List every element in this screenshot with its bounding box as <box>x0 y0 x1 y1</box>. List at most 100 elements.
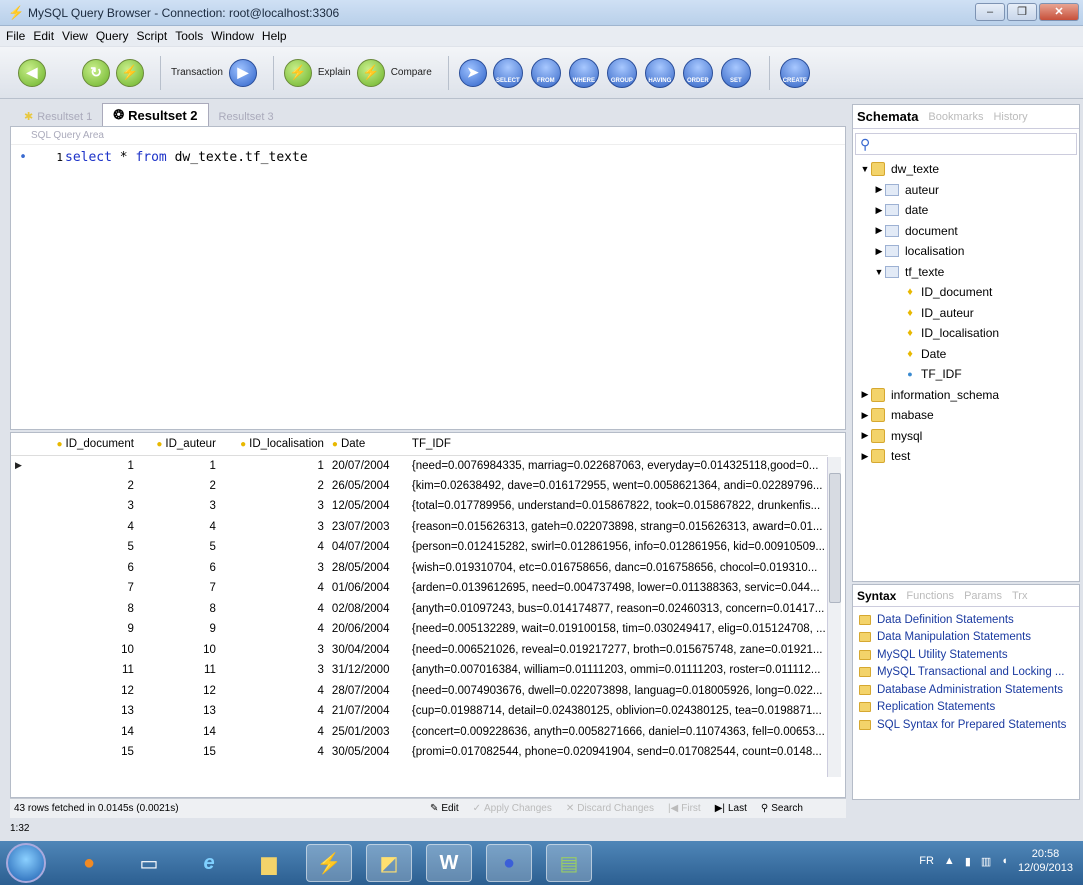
menu-edit[interactable]: Edit <box>33 29 54 43</box>
table-cell[interactable]: {promi=0.017082544, phone=0.020941904, s… <box>408 742 828 763</box>
table-cell[interactable]: 6 <box>26 558 138 579</box>
collapse-arrow-icon[interactable]: ▶ <box>859 430 871 441</box>
table-cell[interactable]: 9 <box>138 619 220 640</box>
table-cell[interactable]: 28/05/2004 <box>328 558 408 579</box>
table-cell[interactable]: {kim=0.02638492, dave=0.016172955, went=… <box>408 476 828 497</box>
collapse-arrow-icon[interactable]: ▶ <box>859 410 871 421</box>
collapse-arrow-icon[interactable]: ▶ <box>859 389 871 400</box>
table-cell[interactable]: {need=0.005132289, wait=0.019100158, tim… <box>408 619 828 640</box>
table-cell[interactable]: {anyth=0.01097243, bus=0.014174877, reas… <box>408 599 828 620</box>
schema-mysql[interactable]: ▶ mysql <box>853 426 1079 447</box>
file-explorer-icon[interactable]: ▆ <box>246 844 292 882</box>
table-cell[interactable]: 12 <box>138 681 220 702</box>
tab-params[interactable]: Params <box>964 590 1002 602</box>
tab-schemata[interactable]: Schemata <box>857 109 918 124</box>
table-cell[interactable]: 2 <box>26 476 138 497</box>
internet-explorer-icon[interactable]: e <box>186 844 232 882</box>
syntax-item[interactable]: SQL Syntax for Prepared Statements <box>853 716 1079 734</box>
expand-arrow-icon[interactable]: ▼ <box>859 164 871 174</box>
table-cell[interactable]: 4 <box>220 742 328 763</box>
last-button[interactable]: ▶| Last <box>715 803 747 814</box>
firefox-icon[interactable]: ● <box>66 844 112 882</box>
discard-changes-button[interactable]: ✕ Discard Changes <box>566 803 654 814</box>
result-grid[interactable]: ● ID_document ● ID_auteur ● ID_localisation… <box>10 432 846 798</box>
table-row[interactable]: 5 5 4 04/07/2004 {person=0.012415282, swirl=… <box>11 537 828 558</box>
order-button[interactable]: ORDER <box>682 57 713 88</box>
table-cell[interactable]: 3 <box>220 496 328 517</box>
column-date[interactable]: ♦ Date <box>853 344 1079 365</box>
scroll-thumb[interactable] <box>829 473 841 603</box>
table-row[interactable]: 7 7 4 01/06/2004 {arden=0.0139612695, need=0… <box>11 578 828 599</box>
language-indicator[interactable]: FR <box>919 855 934 867</box>
table-cell[interactable]: 31/12/2000 <box>328 660 408 681</box>
table-cell[interactable]: 1 <box>220 455 328 476</box>
table-cell[interactable]: {wish=0.019310704, etc=0.016758656, danc… <box>408 558 828 579</box>
transaction-button[interactable]: ▶ <box>228 58 257 87</box>
table-cell[interactable]: 3 <box>220 640 328 661</box>
pointer-button[interactable]: ➤ <box>458 58 487 87</box>
table-cell[interactable]: {need=0.0074903676, dwell=0.022073898, l… <box>408 681 828 702</box>
compare-button[interactable]: Compare <box>391 67 432 78</box>
set-button[interactable]: SET <box>720 57 751 88</box>
table-cell[interactable]: 4 <box>220 701 328 722</box>
table-cell[interactable]: 14 <box>138 722 220 743</box>
battery-icon[interactable]: ▮ <box>965 855 971 868</box>
table-cell[interactable]: 13 <box>26 701 138 722</box>
table-row[interactable]: 6 6 3 28/05/2004 {wish=0.019310704, etc=0.01… <box>11 558 828 579</box>
having-button[interactable]: HAVING <box>644 57 675 88</box>
table-cell[interactable]: 4 <box>220 599 328 620</box>
table-cell[interactable]: 30/05/2004 <box>328 742 408 763</box>
table-cell[interactable]: {anyth=0.007016384, william=0.01111203, … <box>408 660 828 681</box>
table-cell[interactable]: 5 <box>138 537 220 558</box>
column-header-id-localisation[interactable]: ● ID_localisation <box>219 433 328 456</box>
table-cell[interactable]: 8 <box>26 599 138 620</box>
table-cell[interactable]: 11 <box>138 660 220 681</box>
table-cell[interactable]: 25/01/2003 <box>328 722 408 743</box>
table-cell[interactable]: {total=0.017789956, understand=0.0158678… <box>408 496 828 517</box>
sql-query-area[interactable]: SQL Query Area • 1 select * from dw_text… <box>10 126 846 430</box>
table-row[interactable]: 15 15 4 30/05/2004 {promi=0.017082544, phone… <box>11 742 828 763</box>
compare-icon[interactable]: ⚡ <box>356 58 385 87</box>
table-row[interactable]: 11 11 3 31/12/2000 {anyth=0.007016384, willi… <box>11 660 828 681</box>
network-icon[interactable]: ▥ <box>981 855 991 868</box>
table-cell[interactable]: {concert=0.009228636, anyth=0.0058271666… <box>408 722 828 743</box>
explain-icon[interactable]: ⚡ <box>283 58 312 87</box>
table-cell[interactable]: {reason=0.015626313, gateh=0.022073898, … <box>408 517 828 538</box>
table-cell[interactable]: 4 <box>26 517 138 538</box>
column-header-tf-idf[interactable]: TF_IDF <box>407 433 828 456</box>
schema-mabase[interactable]: ▶ mabase <box>853 405 1079 426</box>
syntax-item[interactable]: Replication Statements <box>853 699 1079 717</box>
table-cell[interactable]: 4 <box>220 722 328 743</box>
menu-script[interactable]: Script <box>137 29 168 43</box>
menu-window[interactable]: Window <box>211 29 254 43</box>
schema-information-schema[interactable]: ▶ information_schema <box>853 385 1079 406</box>
menu-query[interactable]: Query <box>96 29 129 43</box>
table-cell[interactable]: 01/06/2004 <box>328 578 408 599</box>
create-button[interactable]: CREATE <box>779 57 810 88</box>
table-cell[interactable]: 4 <box>138 517 220 538</box>
table-cell[interactable]: 10 <box>26 640 138 661</box>
chart-app-icon[interactable]: ◩ <box>366 844 412 882</box>
from-button[interactable]: FROM <box>530 57 561 88</box>
schema-test[interactable]: ▶ test <box>853 446 1079 467</box>
table-localisation[interactable]: ▶ localisation <box>853 241 1079 262</box>
clock[interactable]: 20:58 12/09/2013 <box>1018 847 1073 875</box>
table-cell[interactable]: 02/08/2004 <box>328 599 408 620</box>
tab-history[interactable]: History <box>993 111 1027 123</box>
menu-tools[interactable]: Tools <box>175 29 203 43</box>
back-button[interactable]: ◀ <box>18 58 46 87</box>
syntax-item[interactable]: Data Manipulation Statements <box>853 629 1079 647</box>
tab-syntax[interactable]: Syntax <box>857 589 896 603</box>
table-cell[interactable]: 1 <box>26 455 138 476</box>
start-button[interactable] <box>6 843 46 883</box>
tab-trx[interactable]: Trx <box>1012 590 1027 602</box>
group-button[interactable]: GROUP <box>606 57 637 88</box>
table-cell[interactable]: 04/07/2004 <box>328 537 408 558</box>
table-cell[interactable]: 15 <box>26 742 138 763</box>
edit-button[interactable]: ✎ Edit <box>430 803 459 814</box>
table-cell[interactable]: 12/05/2004 <box>328 496 408 517</box>
table-cell[interactable]: 9 <box>26 619 138 640</box>
menu-view[interactable]: View <box>62 29 88 43</box>
collapse-arrow-icon[interactable]: ▶ <box>859 451 871 462</box>
tray-expand-icon[interactable]: ▲ <box>944 855 955 867</box>
